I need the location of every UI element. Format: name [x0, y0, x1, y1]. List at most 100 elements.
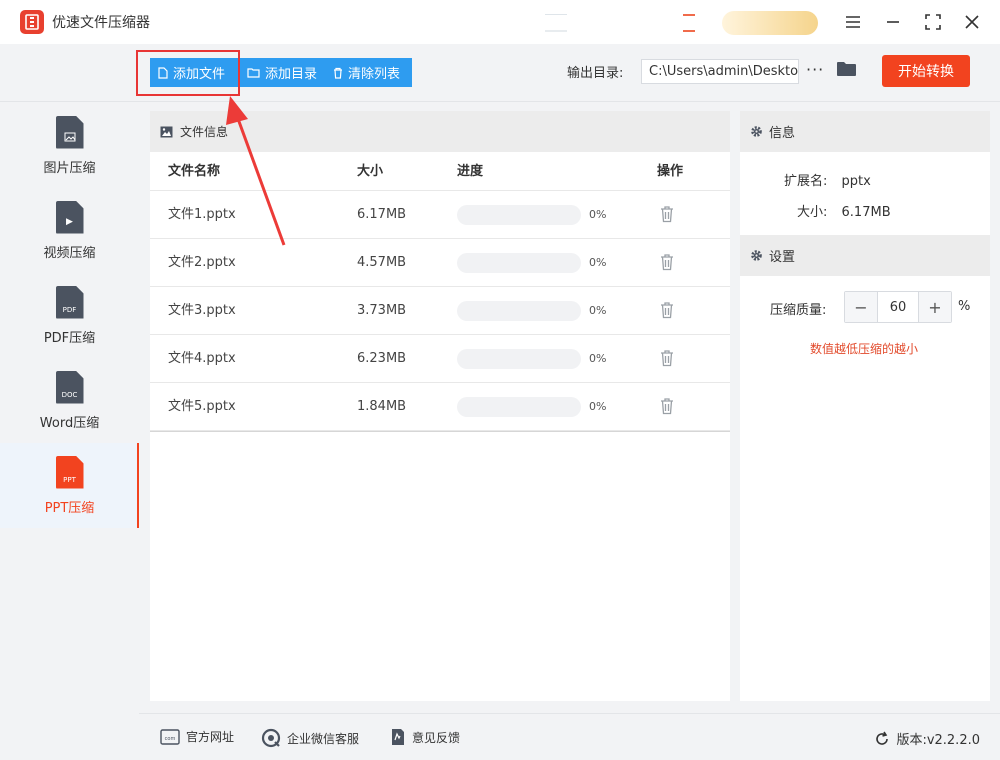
sidebar-item-pdf-compress[interactable]: PDF PDF压缩	[0, 273, 139, 358]
progress-bar	[457, 253, 581, 273]
gear-icon	[751, 250, 762, 261]
size-label: 大小:	[797, 205, 828, 220]
browse-more-button[interactable]: ···	[806, 60, 824, 79]
wechat-support-label: 企业微信客服	[287, 731, 360, 746]
table-header: 文件名称 大小 进度 操作	[150, 152, 730, 191]
website-icon: com	[160, 728, 180, 745]
extension-value: pptx	[841, 174, 871, 189]
file-panel-title: 文件信息	[180, 125, 229, 139]
sidebar-item-video-compress[interactable]: ▶ 视频压缩	[0, 188, 139, 273]
add-directory-label: 添加目录	[265, 67, 318, 82]
extension-label: 扩展名:	[784, 174, 828, 189]
wechat-support-link[interactable]: 企业微信客服	[261, 728, 359, 748]
feedback-label: 意见反馈	[412, 730, 461, 745]
quality-stepper[interactable]: − +	[844, 291, 952, 323]
menu-icon[interactable]	[841, 10, 865, 34]
file-size: 4.57MB	[357, 255, 407, 270]
add-directory-button[interactable]: 添加目录	[239, 58, 325, 87]
settings-panel-header: 设置	[740, 235, 990, 276]
output-directory-label: 输出目录:	[567, 66, 624, 81]
properties-panel: 信息 扩展名: pptx 大小: 6.17MB 设置 压缩质量: − + % 数…	[740, 111, 990, 701]
table-row[interactable]: 文件4.pptx 6.23MB 0%	[150, 335, 730, 383]
title-bar-decoration	[545, 14, 567, 32]
sidebar-item-label: 图片压缩	[43, 160, 96, 176]
title-bar: 优速文件压缩器	[0, 0, 1000, 44]
promo-banner[interactable]	[722, 11, 818, 35]
size-value: 6.17MB	[841, 205, 891, 220]
table-row[interactable]: 文件2.pptx 4.57MB 0%	[150, 239, 730, 287]
file-name: 文件3.pptx	[168, 303, 236, 318]
official-website-link[interactable]: com 官方网址	[160, 728, 234, 745]
start-convert-button[interactable]: 开始转换	[882, 55, 970, 87]
output-directory-field[interactable]: C:\Users\admin\Deskto	[641, 59, 799, 84]
title-bar-decoration	[683, 14, 695, 32]
app-title: 优速文件压缩器	[52, 15, 150, 31]
progress-percent: 0%	[589, 304, 607, 317]
feedback-icon	[392, 729, 404, 745]
ppt-file-icon: PPT	[55, 455, 84, 489]
column-header-size: 大小	[357, 164, 384, 179]
sidebar-item-word-compress[interactable]: DOC Word压缩	[0, 358, 139, 443]
progress-percent: 0%	[589, 256, 607, 269]
minimize-icon[interactable]	[881, 10, 905, 34]
info-panel-header: 信息	[740, 111, 990, 152]
sidebar: 图片压缩 ▶ 视频压缩 PDF PDF压缩 DOC Word压缩 PPT PPT…	[0, 103, 139, 713]
annotation-highlight-box	[136, 50, 240, 96]
delete-icon[interactable]	[660, 253, 674, 271]
clear-list-button[interactable]: 清除列表	[325, 58, 412, 87]
sidebar-item-ppt-compress[interactable]: PPT PPT压缩	[0, 443, 139, 528]
clear-list-label: 清除列表	[348, 67, 401, 82]
table-row[interactable]: 文件3.pptx 3.73MB 0%	[150, 287, 730, 335]
extension-row: 扩展名: pptx	[784, 170, 871, 189]
progress-percent: 0%	[589, 352, 607, 365]
trash-icon	[334, 67, 342, 79]
file-list-panel: 文件信息 文件名称 大小 进度 操作 文件1.pptx 6.17MB 0% 文件2.p…	[150, 111, 730, 701]
quality-input[interactable]	[877, 292, 919, 322]
folder-icon	[247, 68, 260, 78]
file-name: 文件5.pptx	[168, 399, 236, 414]
delete-icon[interactable]	[660, 301, 674, 319]
column-header-progress: 进度	[457, 164, 484, 179]
file-size: 3.73MB	[357, 303, 407, 318]
table-row[interactable]: 文件1.pptx 6.17MB 0%	[150, 191, 730, 239]
file-name: 文件4.pptx	[168, 351, 236, 366]
delete-icon[interactable]	[660, 397, 674, 415]
sidebar-item-label: Word压缩	[39, 415, 100, 431]
file-name: 文件1.pptx	[168, 207, 236, 222]
svg-text:com: com	[165, 736, 176, 742]
progress-bar	[457, 205, 581, 225]
image-icon	[160, 126, 173, 137]
quality-unit: %	[958, 299, 971, 314]
open-folder-icon[interactable]	[836, 60, 858, 82]
file-name: 文件2.pptx	[168, 255, 236, 270]
version-info: 版本:v2.2.2.0	[874, 729, 980, 748]
table-row[interactable]: 文件5.pptx 1.84MB 0%	[150, 383, 730, 431]
size-row: 大小: 6.17MB	[797, 201, 891, 220]
progress-percent: 0%	[589, 400, 607, 413]
file-size: 1.84MB	[357, 399, 407, 414]
progress-bar	[457, 397, 581, 417]
maximize-icon[interactable]	[921, 10, 945, 34]
settings-panel-title: 设置	[769, 250, 796, 265]
quality-label: 压缩质量:	[770, 303, 827, 318]
delete-icon[interactable]	[660, 349, 674, 367]
decrease-quality-button[interactable]: −	[845, 292, 877, 322]
file-size: 6.23MB	[357, 351, 407, 366]
column-header-name: 文件名称	[168, 164, 221, 179]
chat-icon	[261, 728, 281, 748]
sidebar-item-label: PDF压缩	[43, 330, 96, 346]
sidebar-item-label: PPT压缩	[44, 500, 95, 516]
progress-bar	[457, 349, 581, 369]
file-table-body: 文件1.pptx 6.17MB 0% 文件2.pptx 4.57MB 0% 文件3.pptx…	[150, 191, 730, 432]
pdf-file-icon: PDF	[55, 285, 84, 319]
sidebar-item-image-compress[interactable]: 图片压缩	[0, 103, 139, 188]
gear-icon	[751, 126, 762, 137]
increase-quality-button[interactable]: +	[919, 292, 951, 322]
video-file-icon: ▶	[55, 200, 84, 234]
column-header-action: 操作	[657, 164, 684, 179]
close-icon[interactable]	[960, 10, 984, 34]
version-label: 版本:v2.2.2.0	[896, 733, 980, 748]
feedback-link[interactable]: 意见反馈	[390, 728, 460, 746]
footer: com 官方网址 企业微信客服 意见反馈 版本:v2.2.2.0	[139, 713, 1000, 760]
delete-icon[interactable]	[660, 205, 674, 223]
